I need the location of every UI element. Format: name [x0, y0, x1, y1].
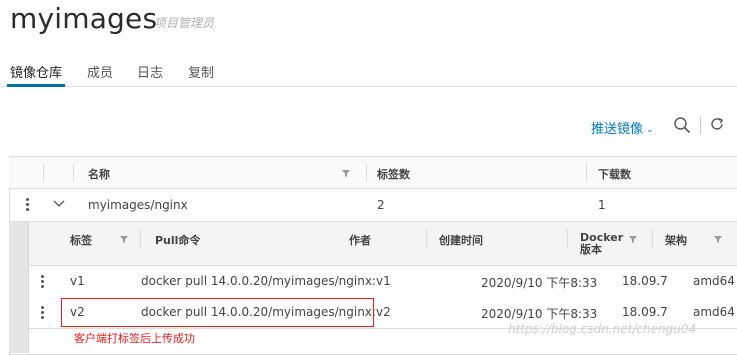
- column-header-docker-version[interactable]: Docker 版本: [580, 232, 624, 256]
- table-row[interactable]: v1 docker pull 14.0.0.20/myimages/nginx:…: [29, 266, 737, 298]
- column-header-pull-command: Pull命令: [155, 234, 201, 247]
- docker-version: 18.09.7: [622, 274, 668, 288]
- filter-icon[interactable]: [629, 235, 637, 243]
- row-actions-kebab-icon[interactable]: [41, 306, 45, 320]
- table-row[interactable]: myimages/nginx 2 1: [9, 189, 737, 222]
- column-header-arch[interactable]: 架构: [665, 232, 687, 248]
- tab-replication[interactable]: 复制: [188, 62, 214, 81]
- column-header-tags[interactable]: 标签数: [377, 166, 410, 182]
- created-time: 2020/9/10 下午8:33: [481, 276, 598, 290]
- pull-command[interactable]: docker pull 14.0.0.20/myimages/nginx:v1: [141, 274, 391, 288]
- column-header-pulls[interactable]: 下载数: [598, 166, 631, 182]
- project-title: myimages: [10, 2, 158, 35]
- toolbar-divider: [700, 116, 701, 134]
- created-time: 2020/9/10 下午8:33: [481, 307, 598, 321]
- refresh-icon[interactable]: [709, 116, 725, 132]
- repository-table-header: 名称 标签数 下载数: [9, 157, 737, 189]
- project-role: 项目管理员: [154, 16, 215, 30]
- push-image-button[interactable]: 推送镜像 ⌄: [591, 118, 654, 137]
- architecture: amd64: [693, 305, 735, 319]
- column-divider: [366, 163, 367, 182]
- repo-pull-count: 1: [598, 198, 606, 212]
- repo-name[interactable]: myimages/nginx: [88, 198, 188, 212]
- search-icon[interactable]: [673, 116, 691, 134]
- watermark: https://blog.csdn.net/chengu04: [508, 322, 697, 336]
- tab-repositories[interactable]: 镜像仓库: [6, 62, 66, 87]
- highlight-box: [61, 298, 374, 327]
- column-header-author: 作者: [349, 234, 371, 247]
- chevron-down-icon[interactable]: [53, 200, 65, 208]
- column-header-name[interactable]: 名称: [88, 166, 110, 182]
- column-divider: [140, 229, 141, 248]
- column-divider: [567, 229, 568, 248]
- docker-version: 18.09.7: [622, 305, 668, 319]
- column-divider: [73, 163, 74, 182]
- annotation-caption: 客户端打标签后上传成功: [74, 332, 195, 345]
- column-divider: [426, 229, 427, 248]
- tag-name[interactable]: v1: [70, 274, 85, 288]
- column-divider: [586, 163, 587, 182]
- row-actions-kebab-icon[interactable]: [41, 275, 45, 289]
- column-divider: [652, 229, 653, 248]
- tag-table-header: 标签 Pull命令 作者 创建时间 Docker 版本 架构: [29, 222, 737, 266]
- filter-icon[interactable]: [342, 169, 350, 177]
- push-image-label: 推送镜像: [591, 122, 644, 137]
- filter-icon[interactable]: [714, 235, 722, 243]
- chevron-down-icon: ⌄: [646, 125, 654, 135]
- repo-tag-count: 2: [377, 198, 385, 212]
- tab-members[interactable]: 成员: [87, 62, 113, 81]
- row-actions-kebab-icon[interactable]: [26, 198, 30, 212]
- tab-bar: 镜像仓库 成员 日志 复制: [0, 56, 737, 87]
- column-divider: [43, 163, 44, 182]
- architecture: amd64: [693, 274, 735, 288]
- column-header-created[interactable]: 创建时间: [439, 232, 483, 248]
- column-header-tag[interactable]: 标签: [70, 232, 92, 248]
- tab-logs[interactable]: 日志: [137, 62, 163, 81]
- filter-icon[interactable]: [120, 235, 128, 243]
